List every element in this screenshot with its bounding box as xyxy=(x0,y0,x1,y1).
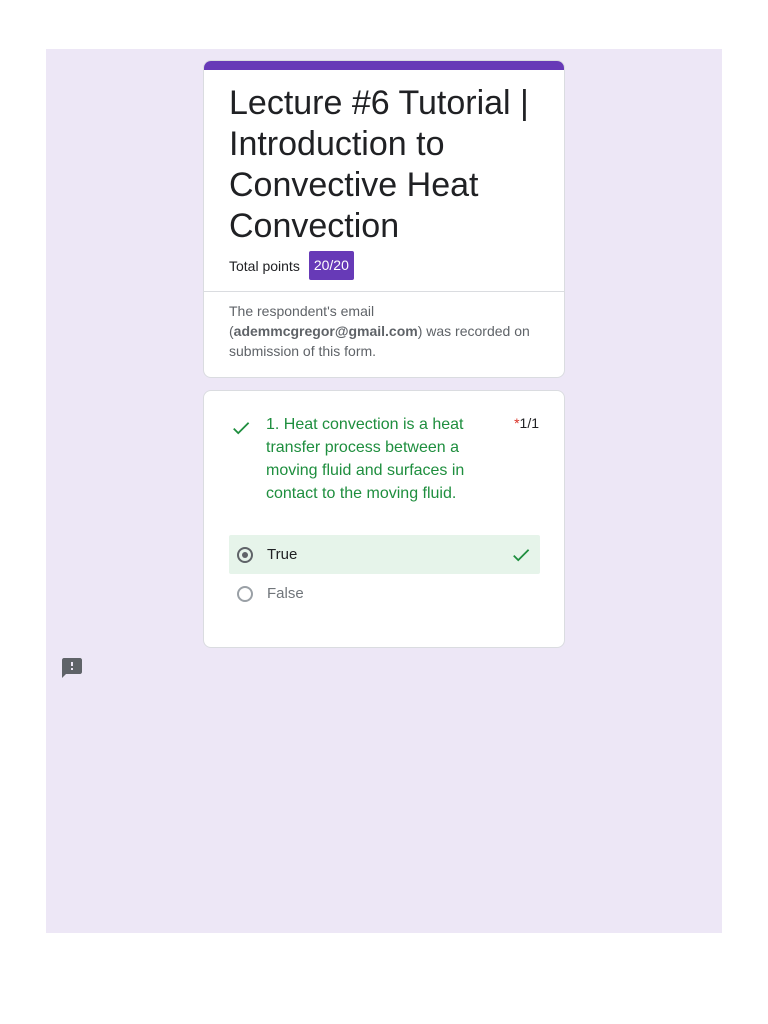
score-value: 1/1 xyxy=(519,415,539,431)
option-true[interactable]: True xyxy=(229,535,540,574)
radio-selected[interactable] xyxy=(237,546,253,563)
total-points-row: Total points 20/20 xyxy=(229,251,354,280)
respondent-email: ademmcgregor@gmail.com xyxy=(233,323,418,339)
radio-unselected[interactable] xyxy=(237,585,253,602)
option-false[interactable]: False xyxy=(229,574,540,613)
question-card: 1. Heat convection is a heat transfer pr… xyxy=(203,390,565,648)
report-feedback-icon[interactable] xyxy=(60,656,84,680)
form-header-card: Lecture #6 Tutorial | Introduction to Co… xyxy=(203,60,565,378)
accent-bar xyxy=(204,61,564,70)
check-icon xyxy=(233,422,250,435)
question-score: *1/1 xyxy=(514,415,539,431)
radio-dot xyxy=(242,551,248,558)
divider xyxy=(204,291,564,292)
form-title: Lecture #6 Tutorial | Introduction to Co… xyxy=(229,84,529,245)
check-icon xyxy=(513,549,530,562)
option-label: False xyxy=(267,585,304,602)
total-points-badge: 20/20 xyxy=(308,251,354,280)
option-label: True xyxy=(267,546,298,563)
question-text: 1. Heat convection is a heat transfer pr… xyxy=(266,416,465,502)
total-points-label: Total points xyxy=(229,257,300,274)
email-recorded-note: The respondent's email (ademmcgregor@gma… xyxy=(229,301,549,361)
